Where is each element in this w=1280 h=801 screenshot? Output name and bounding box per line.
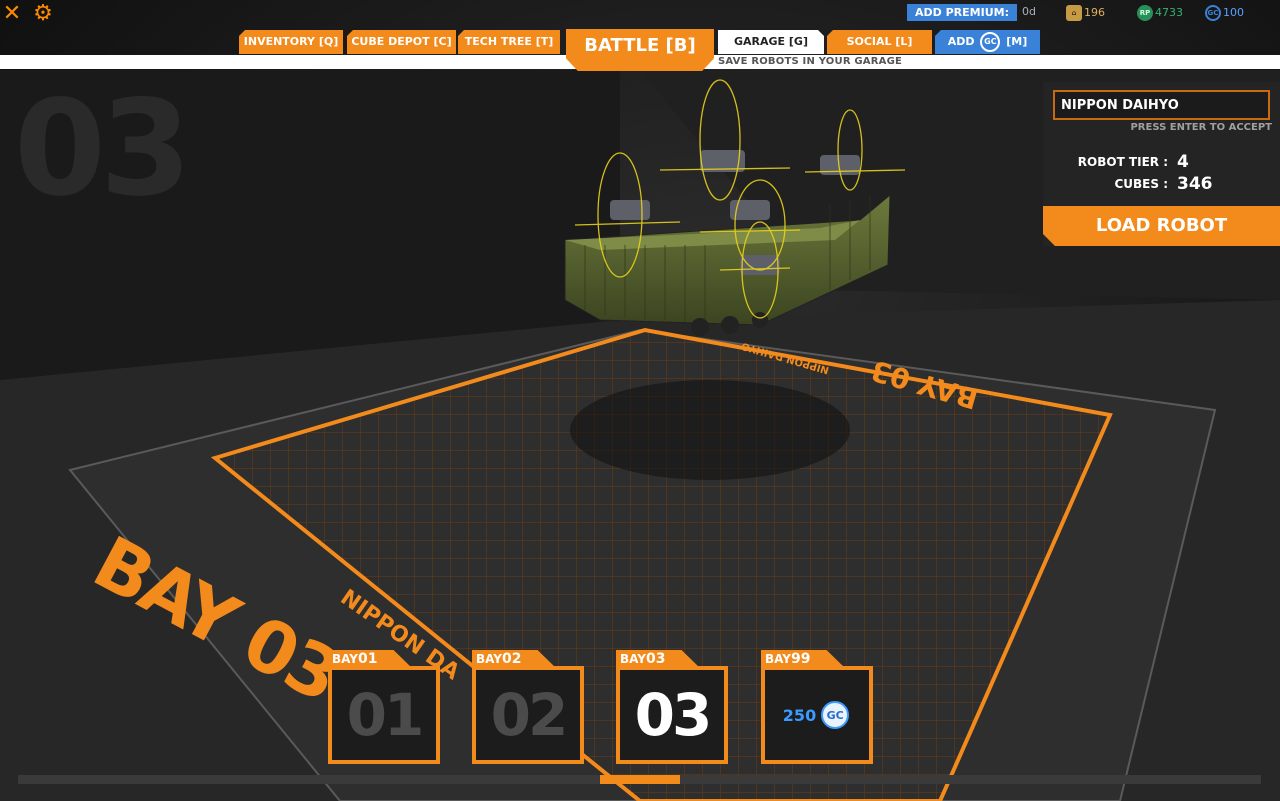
tab-cube-depot[interactable]: CUBE DEPOT [C] <box>347 30 456 54</box>
tab-tech-tree[interactable]: TECH TREE [T] <box>458 30 560 54</box>
robot-tier-value: 4 <box>1177 152 1189 172</box>
bay-body: 01 <box>328 666 440 764</box>
bay-price-value: 250 <box>782 705 817 725</box>
add-premium-button[interactable]: ADD PREMIUM: <box>907 4 1017 21</box>
rp-balance: RP 4733 <box>1137 4 1183 21</box>
bay-number: 01 <box>346 681 425 749</box>
robot-name-input[interactable] <box>1053 90 1270 120</box>
gear-icon[interactable]: ⚙ <box>31 1 55 26</box>
bay-number: 02 <box>490 681 569 749</box>
robot-info-panel: PRESS ENTER TO ACCEPT ROBOT TIER : 4 CUB… <box>1043 82 1280 246</box>
battle-button[interactable]: BATTLE [B] <box>566 29 714 71</box>
cubes-value: 346 <box>1177 174 1213 194</box>
gc-icon: GC <box>1205 4 1221 21</box>
robits-value: 196 <box>1084 6 1105 19</box>
close-icon[interactable]: ✕ <box>0 1 24 26</box>
bay-card-buy[interactable]: BAY99 250 GC <box>761 650 873 764</box>
gc-icon: GC <box>821 701 850 729</box>
tab-inventory[interactable]: INVENTORY [Q] <box>239 30 343 54</box>
premium-days: 0d <box>1022 5 1036 18</box>
tab-garage[interactable]: GARAGE [G] <box>718 30 824 54</box>
bay-body: 03 <box>616 666 728 764</box>
tab-add-gc[interactable]: ADD GC [M] <box>935 30 1040 54</box>
gc-balance: GC 100 <box>1205 4 1244 21</box>
load-robot-button[interactable]: LOAD ROBOT <box>1043 206 1280 246</box>
garage-subtitle: SAVE ROBOTS IN YOUR GARAGE <box>718 56 903 67</box>
enter-hint: PRESS ENTER TO ACCEPT <box>1130 122 1272 133</box>
bay-card-02[interactable]: BAY02 02 <box>472 650 584 764</box>
bay-number: 03 <box>634 681 713 749</box>
rp-value: 4733 <box>1155 6 1183 19</box>
bay-scrollbar-thumb[interactable] <box>600 775 680 784</box>
add-gc-suffix: [M] <box>1006 35 1028 48</box>
gc-icon: GC <box>980 32 1001 52</box>
bay-price: 250 GC <box>783 701 851 729</box>
top-bar: ✕ ⚙ ADD PREMIUM: 0d ⌂ 196 RP 4733 GC 100 <box>0 0 1280 26</box>
add-gc-prefix: ADD <box>947 35 975 48</box>
cubes-label: CUBES : <box>1114 177 1168 191</box>
robits-icon: ⌂ <box>1066 4 1082 21</box>
bay-card-01[interactable]: BAY01 01 <box>328 650 440 764</box>
tab-social[interactable]: SOCIAL [L] <box>827 30 932 54</box>
bay-body: 02 <box>472 666 584 764</box>
rp-icon: RP <box>1137 4 1153 21</box>
robits-balance: ⌂ 196 <box>1066 4 1105 21</box>
bay-card-03[interactable]: BAY03 03 <box>616 650 728 764</box>
gc-value: 100 <box>1223 6 1244 19</box>
robot-tier-label: ROBOT TIER : <box>1077 155 1168 169</box>
bay-number-watermark: 03 <box>14 72 192 226</box>
bay-body: 250 GC <box>761 666 873 764</box>
